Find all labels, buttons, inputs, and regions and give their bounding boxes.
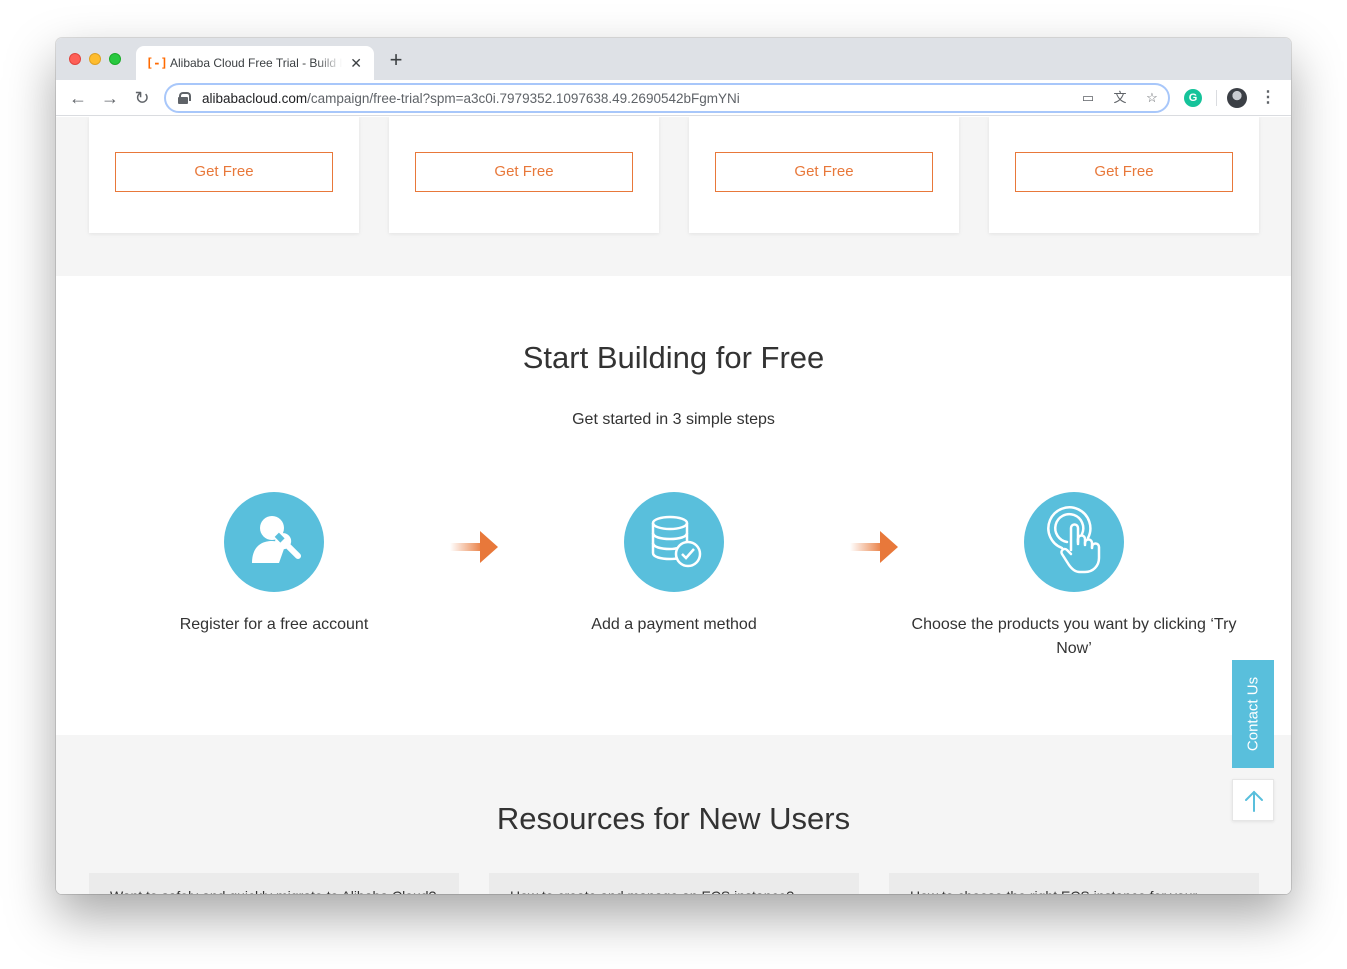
window-controls (69, 53, 121, 65)
back-arrow-icon[interactable]: ← (66, 86, 90, 110)
tab-strip: [-] Alibaba Cloud Free Trial - Build B ✕… (56, 38, 1291, 80)
step-1-circle (224, 492, 324, 592)
get-free-button[interactable]: Get Free (115, 152, 333, 192)
step-2-label: Add a payment method (591, 616, 757, 633)
maximize-window-button[interactable] (109, 53, 121, 65)
step-arrow-icon (850, 531, 898, 563)
hand-tap-icon (1047, 506, 1101, 574)
product-card: Get Free (89, 117, 359, 233)
browser-menu-icon[interactable]: ⋮ (1260, 87, 1276, 109)
alibaba-favicon-icon: [-] (146, 56, 168, 70)
product-card: Get Free (389, 117, 659, 233)
contact-us-button[interactable]: Contact Us (1232, 660, 1274, 768)
database-check-icon (651, 515, 702, 568)
url-path: /campaign/free-trial?spm=a3c0i.7979352.1… (307, 90, 740, 106)
browser-window: [-] Alibaba Cloud Free Trial - Build B ✕… (56, 38, 1291, 894)
minimize-window-button[interactable] (89, 53, 101, 65)
resource-card[interactable]: Want to safely and quickly migrate to Al… (89, 873, 459, 894)
omnibox-actions: ▭ 文 ☆ (1078, 89, 1162, 107)
close-window-button[interactable] (69, 53, 81, 65)
close-tab-icon[interactable]: ✕ (348, 55, 364, 71)
page-content: Get Free Get Free Get Free Get Free Star… (56, 117, 1291, 894)
browser-toolbar: ← → ↻ alibabacloud.com/campaign/free-tri… (56, 80, 1291, 116)
resources-section: Resources for New Users Want to safely a… (56, 735, 1291, 894)
resource-card[interactable]: How to choose the right ECS instance for… (889, 873, 1259, 894)
step-3-label: Choose the products you want by clicking… (911, 616, 1237, 657)
profile-avatar[interactable] (1227, 88, 1247, 108)
forward-arrow-icon[interactable]: → (98, 86, 122, 110)
get-free-button[interactable]: Get Free (415, 152, 633, 192)
lock-icon[interactable] (178, 92, 191, 104)
tab-title: Alibaba Cloud Free Trial - Build B (170, 56, 343, 70)
reload-icon[interactable]: ↻ (130, 86, 154, 110)
step-3-circle (1024, 492, 1124, 592)
start-building-section: Start Building for Free Get started in 3… (56, 276, 1291, 735)
browser-tab-active[interactable]: [-] Alibaba Cloud Free Trial - Build B ✕ (136, 46, 374, 80)
resource-card[interactable]: How to create and manage an ECS instance… (489, 873, 859, 894)
translate-icon[interactable]: 文 (1110, 89, 1130, 107)
free-products-band: Get Free Get Free Get Free Get Free (56, 117, 1291, 276)
back-to-top-button[interactable] (1232, 779, 1274, 821)
bookmark-star-icon[interactable]: ☆ (1142, 89, 1162, 107)
cast-icon[interactable]: ▭ (1078, 89, 1098, 107)
url-domain: alibabacloud.com (202, 90, 308, 106)
url-text[interactable]: alibabacloud.com/campaign/free-trial?spm… (202, 91, 740, 106)
arrow-up-icon (1245, 790, 1263, 812)
user-wrench-icon (252, 516, 302, 563)
product-card: Get Free (689, 117, 959, 233)
new-tab-button[interactable]: + (386, 49, 406, 71)
step-arrow-icon (450, 531, 498, 563)
section-subtitle: Get started in 3 simple steps (572, 411, 775, 428)
step-1-label: Register for a free account (179, 616, 369, 633)
address-bar[interactable]: alibabacloud.com/campaign/free-trial?spm… (164, 83, 1170, 113)
contact-us-label: Contact Us (1244, 676, 1262, 752)
grammarly-extension-icon[interactable]: G (1184, 89, 1202, 107)
get-free-button[interactable]: Get Free (715, 152, 933, 192)
toolbar-divider (1216, 90, 1217, 106)
step-2-circle (624, 492, 724, 592)
resources-title: Resources for New Users (496, 801, 851, 836)
product-card: Get Free (989, 117, 1259, 233)
get-free-button[interactable]: Get Free (1015, 152, 1233, 192)
section-title: Start Building for Free (522, 340, 825, 375)
